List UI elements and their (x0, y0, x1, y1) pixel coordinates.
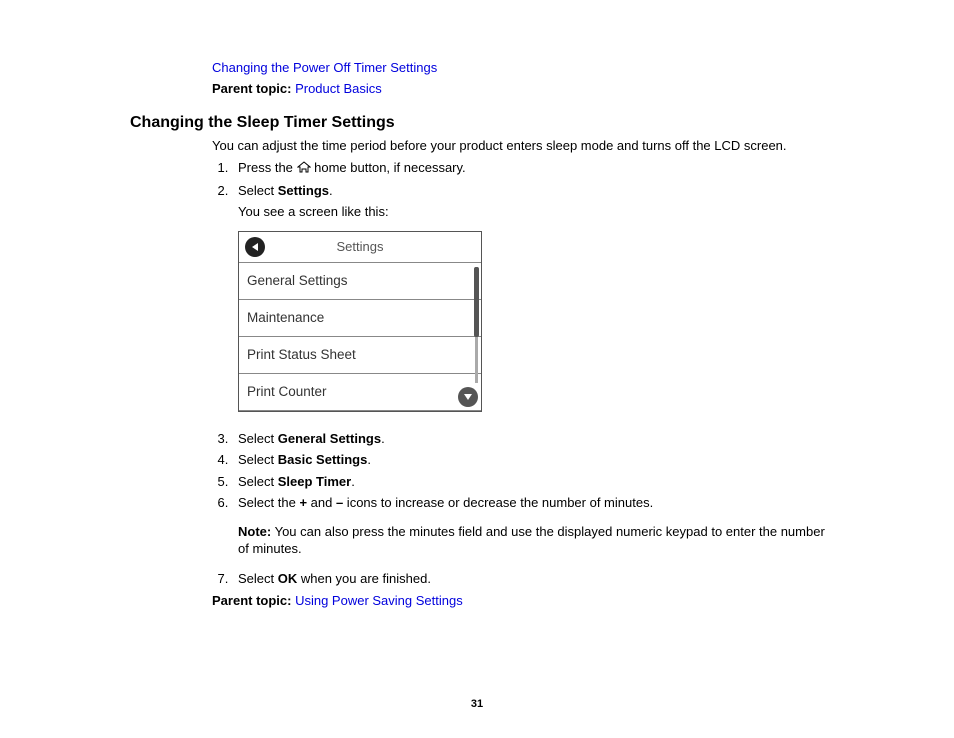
step-4-suffix: . (367, 452, 371, 467)
link-power-saving-settings[interactable]: Using Power Saving Settings (295, 593, 463, 608)
step-2-suffix: . (329, 183, 333, 198)
screen-item-general-settings[interactable]: General Settings (239, 263, 481, 300)
related-link-line: Changing the Power Off Timer Settings (212, 60, 834, 75)
step-4-bold: Basic Settings (278, 452, 368, 467)
step-1: Press the home button, if necessary. (232, 159, 834, 178)
step-6-suffix: icons to increase or decrease the number… (343, 495, 653, 510)
parent-topic-line-1: Parent topic: Product Basics (212, 81, 834, 96)
step-3-suffix: . (381, 431, 385, 446)
step-6-plus: + (299, 495, 307, 510)
intro-text: You can adjust the time period before yo… (212, 138, 834, 153)
step-4: Select Basic Settings. (232, 451, 834, 469)
step-3: Select General Settings. (232, 430, 834, 448)
step-7-bold: OK (278, 571, 298, 586)
top-links-block: Changing the Power Off Timer Settings Pa… (212, 60, 834, 96)
step-2-prefix: Select (238, 183, 278, 198)
section-body: You can adjust the time period before yo… (212, 138, 834, 608)
screen-list: General Settings Maintenance Print Statu… (239, 263, 481, 411)
page: Changing the Power Off Timer Settings Pa… (0, 0, 954, 738)
step-2: Select Settings. You see a screen like t… (232, 182, 834, 412)
link-power-off-timer[interactable]: Changing the Power Off Timer Settings (212, 60, 437, 75)
scroll-down-button[interactable] (458, 387, 478, 407)
scrollbar-thumb[interactable] (474, 267, 479, 337)
step-3-bold: General Settings (278, 431, 381, 446)
screen-title: Settings (239, 238, 481, 256)
step-7-suffix: when you are finished. (297, 571, 431, 586)
steps-list: Press the home button, if necessary. Sel… (212, 159, 834, 587)
step-6: Select the + and – icons to increase or … (232, 494, 834, 557)
step-6-mid: and (307, 495, 336, 510)
step-4-prefix: Select (238, 452, 278, 467)
step-5-suffix: . (351, 474, 355, 489)
screen-item-print-counter[interactable]: Print Counter (239, 374, 481, 411)
page-number: 31 (0, 698, 954, 710)
step-5: Select Sleep Timer. (232, 473, 834, 491)
settings-screen: Settings General Settings Maintenance Pr… (238, 231, 482, 412)
chevron-down-icon (464, 394, 472, 400)
step-3-prefix: Select (238, 431, 278, 446)
step-2-text: Select Settings. (238, 183, 333, 198)
parent-topic-line-2: Parent topic: Using Power Saving Setting… (212, 593, 834, 608)
note-text: You can also press the minutes field and… (238, 524, 825, 556)
step-6-prefix: Select the (238, 495, 299, 510)
step-5-bold: Sleep Timer (278, 474, 351, 489)
screen-header: Settings (239, 232, 481, 263)
home-icon (297, 160, 311, 178)
screen-item-print-status-sheet[interactable]: Print Status Sheet (239, 337, 481, 374)
section-heading: Changing the Sleep Timer Settings (130, 114, 834, 132)
note-label: Note: (238, 524, 271, 539)
screen-item-maintenance[interactable]: Maintenance (239, 300, 481, 337)
step-5-prefix: Select (238, 474, 278, 489)
step-7: Select OK when you are finished. (232, 570, 834, 588)
parent-topic-label: Parent topic: (212, 81, 295, 96)
step-2-sub: You see a screen like this: (238, 203, 834, 221)
step-7-prefix: Select (238, 571, 278, 586)
step-1-prefix: Press the (238, 160, 297, 175)
step-2-bold: Settings (278, 183, 329, 198)
link-product-basics[interactable]: Product Basics (295, 81, 382, 96)
step-1-suffix: home button, if necessary. (311, 160, 466, 175)
note-block: Note: You can also press the minutes fie… (238, 524, 834, 558)
step-1-text: Press the home button, if necessary. (238, 160, 466, 175)
parent-topic-label-2: Parent topic: (212, 593, 295, 608)
